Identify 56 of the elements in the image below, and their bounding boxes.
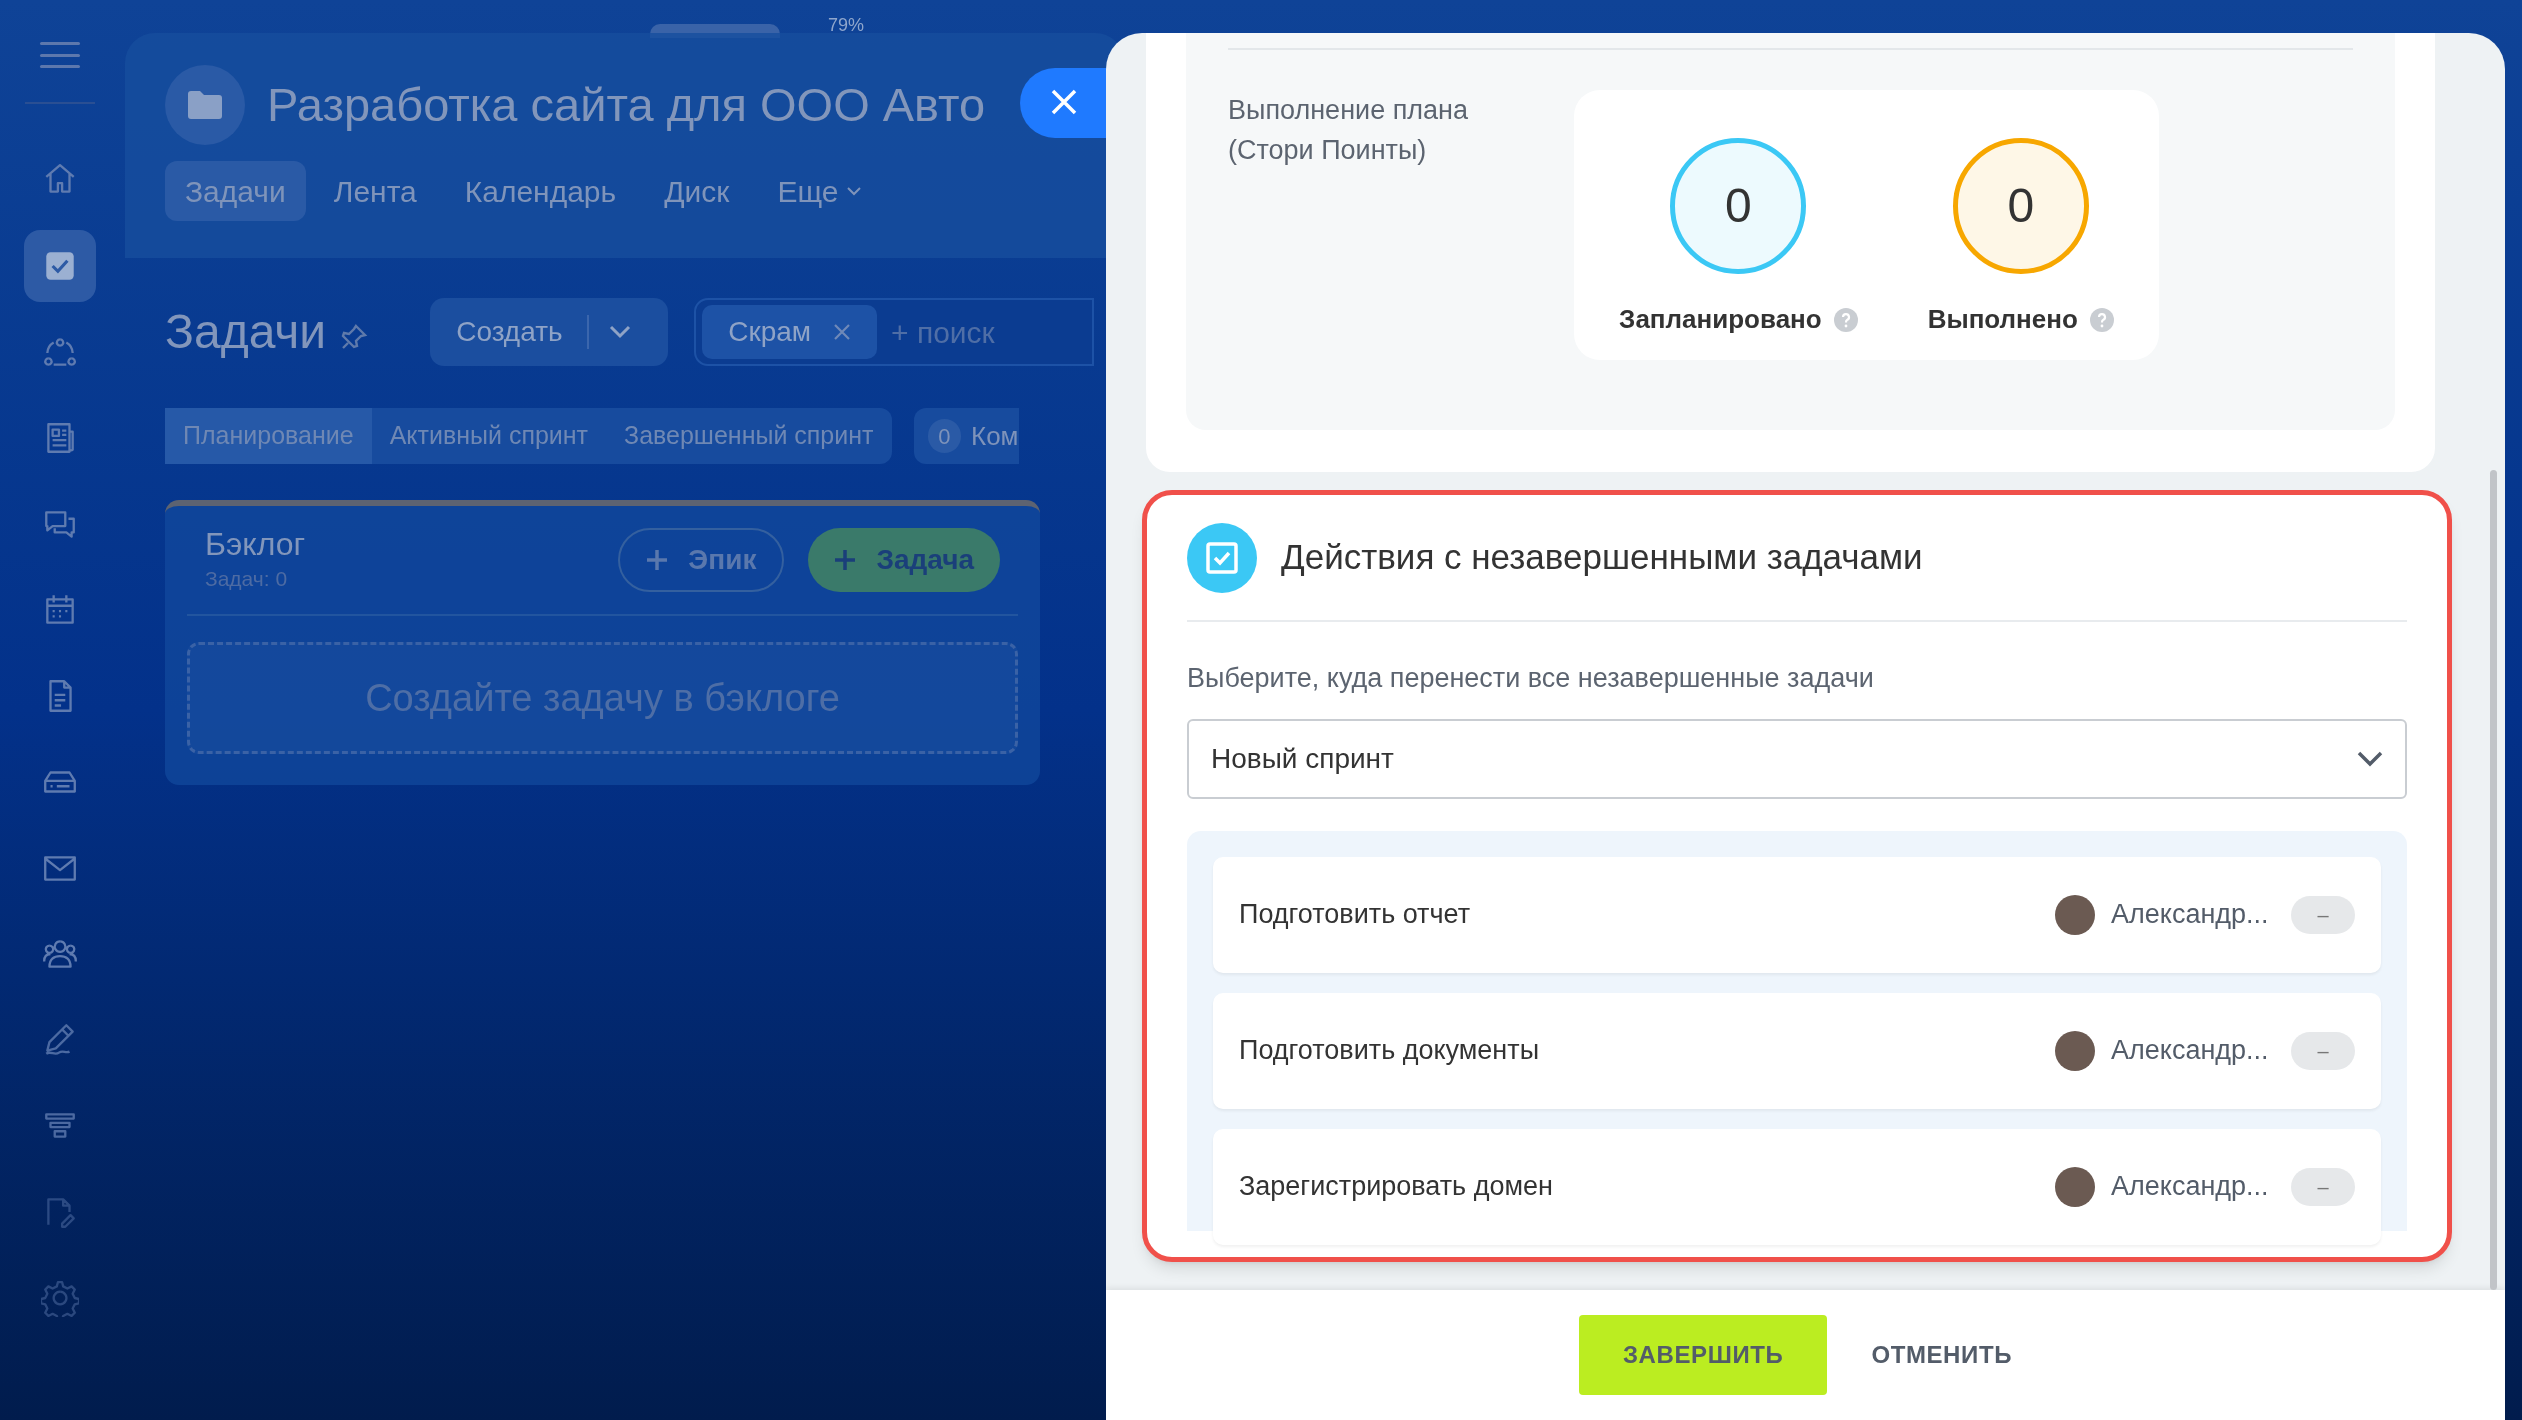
sprint-tab[interactable]: Завершенный спринт <box>606 408 892 464</box>
story-points[interactable]: – <box>2291 895 2355 934</box>
chevron-down-icon <box>2357 750 2383 767</box>
story-points[interactable]: – <box>2291 1031 2355 1070</box>
tab[interactable]: Диск <box>644 161 750 221</box>
tab[interactable]: Лента <box>313 161 437 221</box>
chevron-down-icon <box>846 186 863 196</box>
section-title: Действия с незавершенными задачами <box>1281 536 1923 579</box>
plus-icon <box>834 549 857 571</box>
zoom-percent: 79% <box>828 14 865 37</box>
plus-icon <box>646 549 669 571</box>
task-row[interactable]: Подготовить отчет Александр... – <box>1213 856 2381 973</box>
avatar <box>2055 1030 2095 1071</box>
tab[interactable]: Еще <box>757 161 883 221</box>
finish-button[interactable]: ЗАВЕРШИТЬ <box>1579 1315 1828 1395</box>
gear-icon <box>41 1279 79 1317</box>
task-title: Подготовить отчет <box>1239 898 1471 932</box>
backlog-title: Бэклог <box>205 525 306 564</box>
cancel-button[interactable]: ОТМЕНИТЬ <box>1851 1315 2032 1395</box>
search-field[interactable]: Скрам + поиск <box>694 298 1095 366</box>
task-title: Зарегистрировать домен <box>1239 1170 1553 1204</box>
menu-icon[interactable] <box>40 40 80 70</box>
sprint-select[interactable]: Новый спринт <box>1187 718 2407 799</box>
chevron-down-icon <box>608 325 631 339</box>
help-icon[interactable] <box>2089 307 2114 332</box>
plan-label: Выполнение плана (Стори Поинты) <box>1228 94 1469 167</box>
assignee-name[interactable]: Александр... <box>2111 894 2271 935</box>
task-row[interactable]: Зарегистрировать домен Александр... – <box>1213 1128 2381 1245</box>
prompt-text: Выберите, куда перенести все незавершенные задачи <box>1187 662 1875 695</box>
tab[interactable]: Календарь <box>444 161 637 221</box>
sprint-tab[interactable]: Планирование <box>165 408 372 464</box>
task-title: Подготовить документы <box>1239 1034 1540 1068</box>
assignee-name[interactable]: Александр... <box>2111 1030 2271 1071</box>
avatar <box>2055 894 2095 935</box>
create-button[interactable]: Создать <box>430 298 669 366</box>
close-button[interactable] <box>1020 68 1106 138</box>
task-count: Задач: 0 <box>205 566 289 593</box>
task-row[interactable]: Подготовить документы Александр... – <box>1213 992 2381 1109</box>
project-title: Разработка сайта для ООО Авто <box>267 76 986 133</box>
counter-chip[interactable]: 0 Ком <box>913 408 1019 464</box>
sidebar-item[interactable] <box>24 230 96 302</box>
story-points[interactable]: – <box>2291 1167 2355 1206</box>
add-task-button[interactable]: Задача <box>808 528 1000 592</box>
close-icon[interactable] <box>833 323 852 341</box>
stat-label: Запланировано <box>1619 303 1822 336</box>
page-heading: Задачи <box>165 304 327 360</box>
add-epic-button[interactable]: Эпик <box>618 528 785 592</box>
tab[interactable]: Задачи <box>165 161 306 221</box>
create-task-dropzone[interactable]: Создайте задачу в бэклоге <box>187 642 1018 754</box>
filter-tag[interactable]: Скрам <box>702 305 878 359</box>
pin-icon <box>340 323 369 351</box>
help-icon[interactable] <box>1833 307 1858 332</box>
stat-label: Выполнено <box>1927 303 2078 336</box>
avatar <box>2055 1166 2095 1207</box>
assignee-name[interactable]: Александр... <box>2111 1166 2271 1207</box>
sprint-tab[interactable]: Активный спринт <box>371 408 607 464</box>
